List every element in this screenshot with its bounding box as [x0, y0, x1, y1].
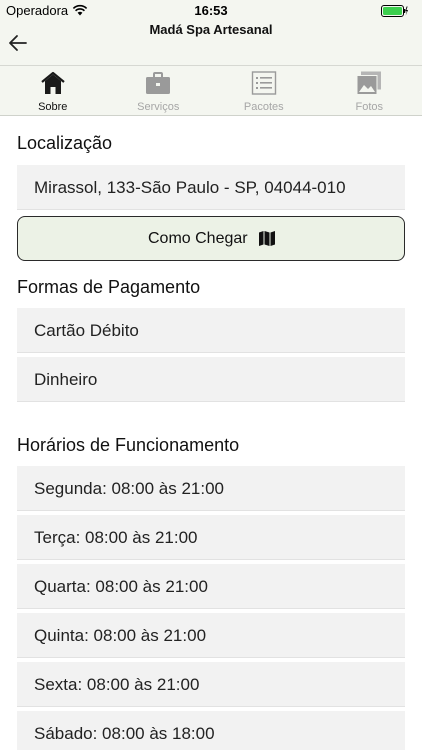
hours-label: Terça: 08:00 às 21:00 [34, 528, 198, 547]
status-bar: Operadora 16:53 [0, 0, 422, 22]
tab-sobre[interactable]: Sobre [0, 66, 106, 115]
tab-fotos[interactable]: Fotos [317, 66, 422, 115]
hours-item: Sábado: 08:00 às 18:00 [17, 711, 405, 750]
hours-label: Quinta: 08:00 às 21:00 [34, 626, 207, 645]
payment-label: Cartão Débito [34, 321, 139, 340]
list-icon [251, 71, 276, 95]
hours-heading: Horários de Funcionamento [17, 435, 240, 455]
hours-label: Segunda: 08:00 às 21:00 [34, 479, 224, 498]
hours-item: Segunda: 08:00 às 21:00 [17, 466, 405, 511]
hours-label: Sexta: 08:00 às 21:00 [34, 675, 200, 694]
map-icon [259, 231, 275, 246]
tab-label: Serviços [137, 101, 180, 113]
page-title: Madá Spa Artesanal [149, 22, 273, 37]
hours-item: Quarta: 08:00 às 21:00 [17, 564, 405, 609]
address-text: Mirassol, 133-São Paulo - SP, 04044-010 [34, 178, 346, 197]
status-time: 16:53 [194, 3, 228, 18]
tab-servicos[interactable]: Serviços [106, 66, 212, 115]
tab-label: Fotos [355, 101, 383, 113]
app-header: Operadora 16:53 Madá Spa Artesanal [0, 0, 422, 66]
hours-item: Quinta: 08:00 às 21:00 [17, 613, 405, 658]
hours-label: Sábado: 08:00 às 18:00 [34, 724, 215, 743]
home-icon [41, 71, 65, 94]
tab-label: Sobre [38, 101, 68, 113]
photos-icon [356, 71, 382, 95]
directions-label: Como Chegar [148, 230, 248, 247]
hours-item: Terça: 08:00 às 21:00 [17, 515, 405, 560]
payment-heading: Formas de Pagamento [17, 277, 201, 297]
battery-icon [381, 5, 408, 17]
payment-item: Cartão Débito [17, 308, 405, 353]
briefcase-icon [146, 72, 171, 94]
payment-label: Dinheiro [34, 370, 98, 389]
tab-bar: Sobre Serviços Pacotes Fotos [0, 66, 422, 116]
back-arrow-icon[interactable] [6, 32, 30, 54]
payment-item: Dinheiro [17, 357, 405, 402]
tab-label: Pacotes [243, 101, 284, 113]
hours-item: Sexta: 08:00 às 21:00 [17, 662, 405, 707]
tab-pacotes[interactable]: Pacotes [211, 66, 317, 115]
address-row: Mirassol, 133-São Paulo - SP, 04044-010 [17, 165, 405, 210]
directions-button[interactable]: Como Chegar [17, 216, 405, 261]
location-heading: Localização [17, 133, 113, 153]
hours-label: Quarta: 08:00 às 21:00 [34, 577, 208, 596]
